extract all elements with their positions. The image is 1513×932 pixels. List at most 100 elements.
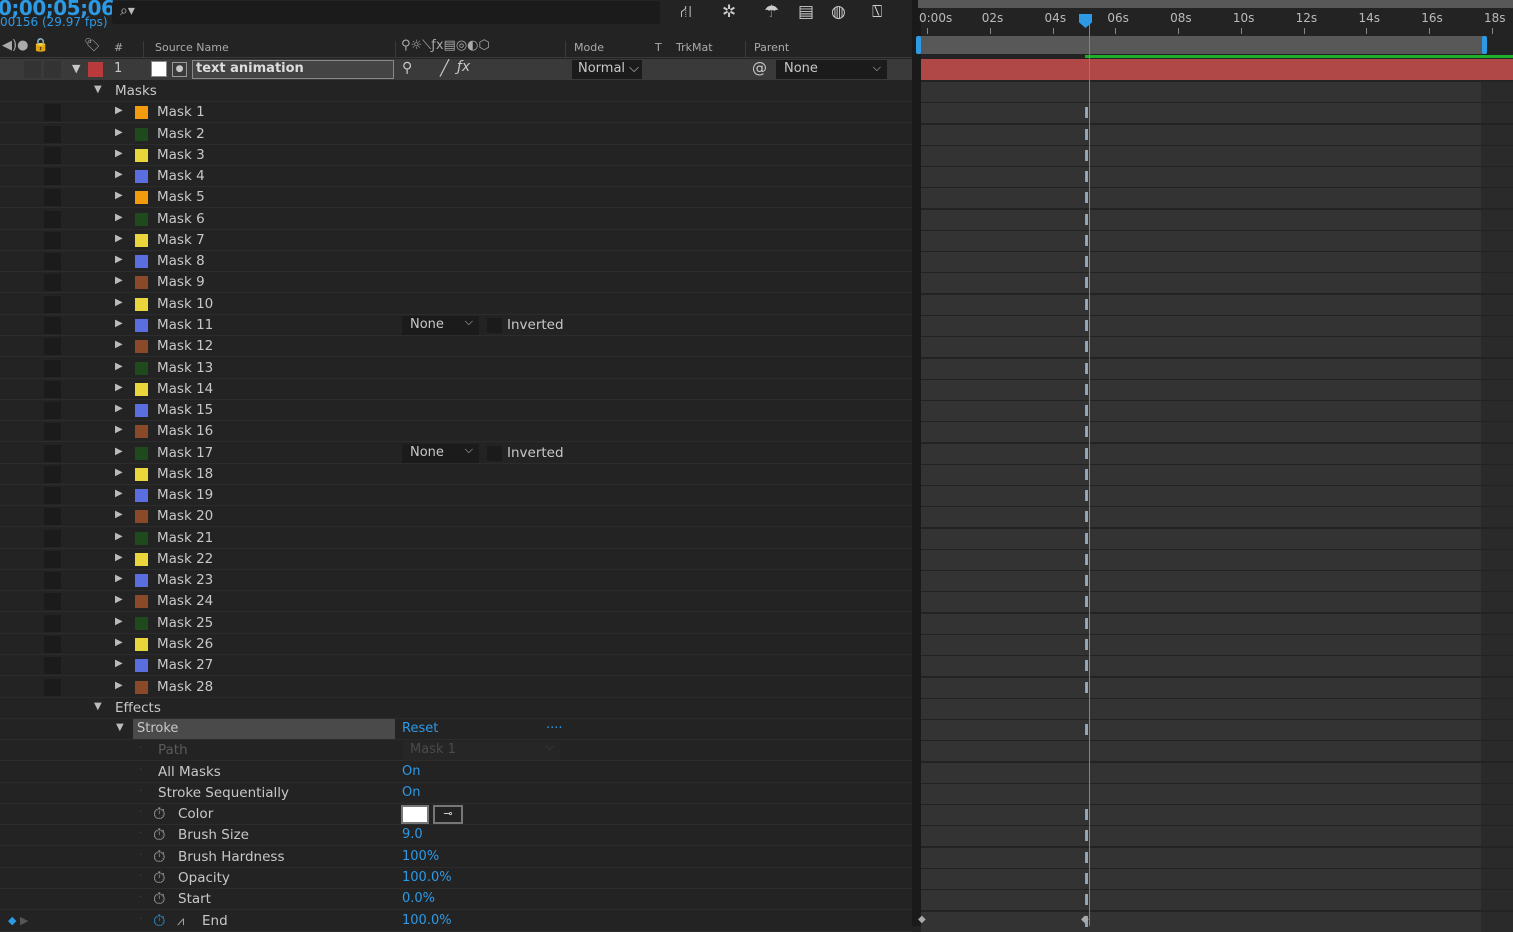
time-navigator[interactable] (918, 0, 1513, 8)
stroke-property-row[interactable]: · ⏱ ⩘ ◆ ▶ End 100.0% (0, 911, 912, 932)
expand-toggle[interactable]: ▶ (115, 509, 123, 520)
mask-row[interactable]: ▶ Mask 18 (0, 464, 912, 485)
mask-color-swatch[interactable] (135, 404, 148, 418)
mask-name[interactable]: Mask 18 (157, 466, 213, 482)
mask-row[interactable]: ▶ Mask 25 (0, 613, 912, 634)
mask-name[interactable]: Mask 6 (157, 211, 205, 227)
mask-row[interactable]: ▶ Mask 3 (0, 145, 912, 166)
lock-toggle[interactable] (44, 423, 61, 441)
keyframe-start-icon[interactable]: ◆ (918, 914, 926, 925)
mask-row[interactable]: ▶ Mask 10 (0, 294, 912, 315)
lock-toggle[interactable] (44, 614, 61, 632)
expand-toggle[interactable]: ▶ (115, 637, 123, 648)
layer-duration-bar[interactable] (921, 59, 1513, 80)
mask-name[interactable]: Mask 13 (157, 360, 213, 376)
mask-color-swatch[interactable] (135, 510, 148, 524)
stroke-property-row[interactable]: · ⏱ Brush Size 9.0 (0, 825, 912, 847)
lock-toggle[interactable] (44, 125, 61, 143)
lock-toggle[interactable] (44, 253, 61, 271)
lock-toggle[interactable] (44, 359, 61, 377)
stroke-property-row[interactable]: · All Masks On (0, 762, 912, 783)
stroke-effect-row[interactable]: ▼ Stroke Reset.... (0, 717, 912, 741)
mask-color-swatch[interactable] (135, 106, 148, 120)
mask-name[interactable]: Mask 15 (157, 402, 213, 418)
lock-toggle[interactable] (44, 572, 61, 590)
mask-color-swatch[interactable] (135, 552, 148, 566)
mask-color-swatch[interactable] (135, 616, 148, 630)
property-value[interactable]: On (402, 785, 420, 800)
expand-toggle[interactable]: ▶ (115, 403, 123, 414)
expand-toggle[interactable]: ▶ (115, 680, 123, 691)
expand-toggle[interactable]: ▼ (94, 84, 102, 95)
expand-toggle[interactable]: ▶ (115, 254, 123, 265)
mask-mode-dropdown[interactable]: None (402, 315, 479, 335)
mask-color-swatch[interactable] (135, 233, 148, 247)
property-value[interactable]: 100% (402, 849, 439, 864)
mode-dropdown[interactable]: Normal ⌵ (572, 60, 642, 79)
mask-name[interactable]: Mask 28 (157, 679, 213, 695)
expand-toggle[interactable]: ▶ (115, 594, 123, 605)
expand-toggle[interactable]: ▶ (115, 339, 123, 350)
property-value[interactable]: On (402, 764, 420, 779)
lock-toggle[interactable] (44, 316, 61, 334)
mask-name[interactable]: Mask 17 (157, 445, 213, 461)
stopwatch-icon[interactable]: ⏱ (153, 868, 165, 888)
mask-row[interactable]: ▶ Mask 14 (0, 379, 912, 400)
shy-switch-icon[interactable]: ⚲ (402, 60, 412, 76)
property-value[interactable]: 0.0% (402, 891, 435, 906)
mask-color-swatch[interactable] (135, 318, 148, 332)
mask-mode-dropdown[interactable]: None (402, 443, 479, 463)
mask-color-swatch[interactable] (135, 148, 148, 162)
mask-row[interactable]: ▶ Mask 27 (0, 655, 912, 677)
mask-color-swatch[interactable] (135, 595, 148, 609)
lock-toggle[interactable] (44, 508, 61, 526)
expand-toggle[interactable]: ▼ (94, 701, 102, 712)
lock-toggle[interactable] (44, 657, 61, 675)
stroke-property-row[interactable]: · ⏱ Color ⊸ (0, 804, 912, 826)
expand-toggle[interactable]: ▶ (115, 616, 123, 627)
mask-color-swatch[interactable] (135, 361, 148, 375)
mask-name[interactable]: Mask 20 (157, 508, 213, 524)
reset-link[interactable]: Reset (402, 721, 438, 736)
mask-name[interactable]: Mask 22 (157, 551, 213, 567)
lock-toggle[interactable] (44, 444, 61, 462)
mask-name[interactable]: Mask 14 (157, 381, 213, 397)
composition-flowchart-icon[interactable]: ⛙ (680, 2, 692, 24)
mask-name[interactable]: Mask 19 (157, 487, 213, 503)
property-value[interactable]: 100.0% (402, 870, 452, 885)
mask-name[interactable]: Mask 12 (157, 338, 213, 354)
lock-toggle[interactable] (44, 104, 61, 122)
mask-color-swatch[interactable] (135, 531, 148, 545)
mask-row[interactable]: ▶ Mask 5 (0, 187, 912, 209)
lock-toggle[interactable] (44, 189, 61, 207)
mask-row[interactable]: ▶ Mask 12 (0, 336, 912, 358)
mask-color-swatch[interactable] (135, 255, 148, 269)
expand-toggle[interactable]: ▶ (115, 446, 123, 457)
mask-color-swatch[interactable] (135, 191, 148, 205)
motion-blur-icon[interactable]: ◍ (831, 2, 846, 22)
mask-color-swatch[interactable] (135, 638, 148, 652)
mask-row[interactable]: ▶ Mask 9 (0, 272, 912, 294)
lock-toggle[interactable] (44, 678, 61, 696)
keyframe-navigator[interactable]: ◆ ▶ (8, 914, 28, 927)
mask-row[interactable]: ▶ Mask 26 (0, 634, 912, 656)
property-value[interactable]: 9.0 (402, 827, 423, 842)
layer-row[interactable]: ▼ 1 ● text animation ⚲ ╱ ƒx Normal ⌵ @ N… (0, 59, 912, 80)
frame-blending-icon[interactable]: ▤ (798, 2, 814, 22)
mask-color-swatch[interactable] (135, 340, 148, 354)
mask-row[interactable]: ▶ Mask 21 (0, 528, 912, 549)
mask-color-swatch[interactable] (135, 680, 148, 694)
source-name-column[interactable]: Source Name (155, 41, 229, 54)
mask-row[interactable]: ▶ Mask 2 (0, 124, 912, 145)
mask-row[interactable]: ▶ Mask 7 (0, 230, 912, 251)
expand-toggle[interactable]: ▶ (115, 361, 123, 372)
lock-toggle[interactable] (44, 295, 61, 313)
shy-layers-icon[interactable]: ☂ (764, 2, 779, 22)
expand-toggle[interactable]: ▶ (115, 424, 123, 435)
stopwatch-icon[interactable]: ⏱ (153, 911, 165, 931)
mask-row[interactable]: ▶ Mask 11 None Inverted (0, 315, 912, 336)
mask-row[interactable]: ▶ Mask 15 (0, 400, 912, 422)
layer-expand-toggle[interactable]: ▼ (72, 62, 80, 75)
expand-toggle[interactable]: ▶ (115, 573, 123, 584)
lock-toggle[interactable] (44, 465, 61, 483)
